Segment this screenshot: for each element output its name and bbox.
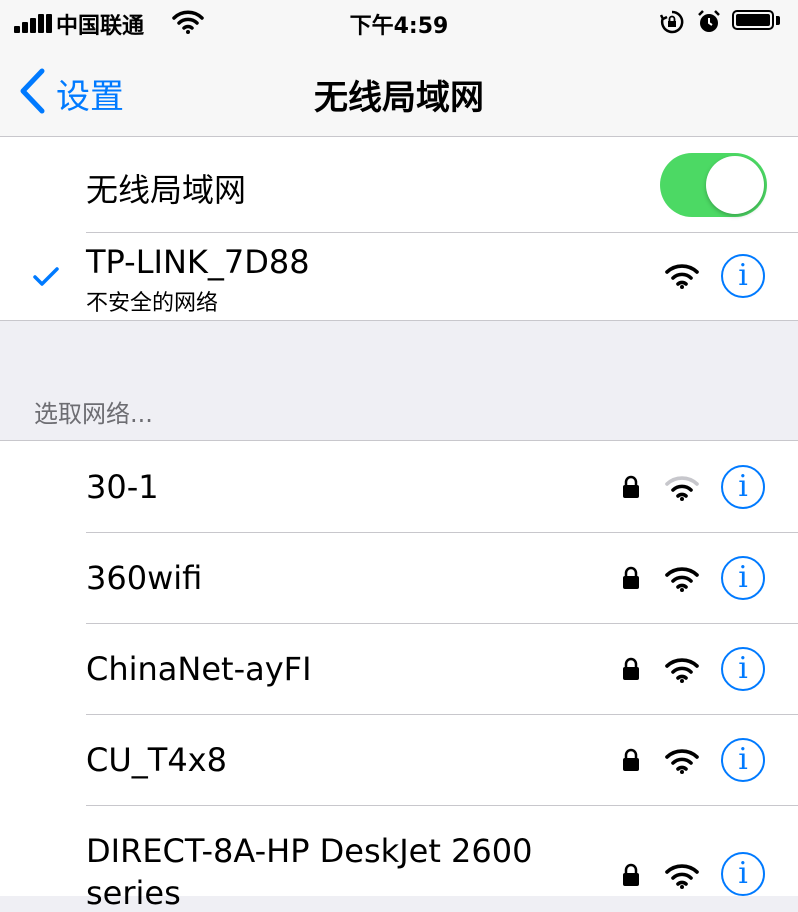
rotation-lock-icon [660,10,684,34]
divider [86,714,798,715]
wifi-icon [665,264,699,289]
network-ssid: CU_T4x8 [86,741,227,779]
wifi-toggle-switch[interactable] [660,153,767,217]
divider [86,805,798,806]
checkmark-icon [33,267,59,286]
info-icon[interactable]: i [721,647,765,691]
wifi-weak-icon [665,476,699,501]
connected-network-ssid: TP-LINK_7D88 [86,243,310,281]
battery-tip [776,16,780,25]
network-ssid: DIRECT-8A-HP DeskJet 2600 [86,832,533,870]
info-icon[interactable]: i [721,738,765,782]
page-title: 无线局域网 [314,78,484,118]
wifi-icon [665,864,699,889]
alarm-icon [698,10,720,32]
navigation-bar: 设置 无线局域网 [0,44,798,137]
wifi-toggle-label: 无线局域网 [86,171,247,209]
wifi-settings-group: 无线局域网 TP-LINK_7D88 不安全的网络 i [0,137,798,320]
network-ssid: 360wifi [86,559,203,597]
divider [86,623,798,624]
lock-icon [623,566,639,589]
info-icon[interactable]: i [721,852,765,896]
network-ssid-line2: series [86,874,181,912]
info-icon[interactable]: i [721,254,765,298]
section-header: 选取网络... [34,400,153,428]
wifi-icon [665,567,699,592]
info-icon[interactable]: i [721,556,765,600]
lock-icon [623,475,639,498]
toggle-knob [706,156,764,214]
info-icon[interactable]: i [721,465,765,509]
battery-icon [732,10,774,30]
wifi-icon [665,749,699,774]
network-ssid: ChinaNet-ayFI [86,650,312,688]
network-ssid: 30-1 [86,468,159,506]
lock-icon [623,863,639,886]
network-list: 30-1 i 360wifi i ChinaNet-ayFI i CU_T4x8… [0,441,798,912]
group-bottom-divider [0,320,798,321]
lock-icon [623,657,639,680]
status-bar: 中国联通 下午4:59 [0,0,798,44]
divider [86,532,798,533]
lock-icon [623,748,639,771]
divider [86,232,798,233]
connected-network-note: 不安全的网络 [86,291,219,316]
wifi-icon [665,658,699,683]
